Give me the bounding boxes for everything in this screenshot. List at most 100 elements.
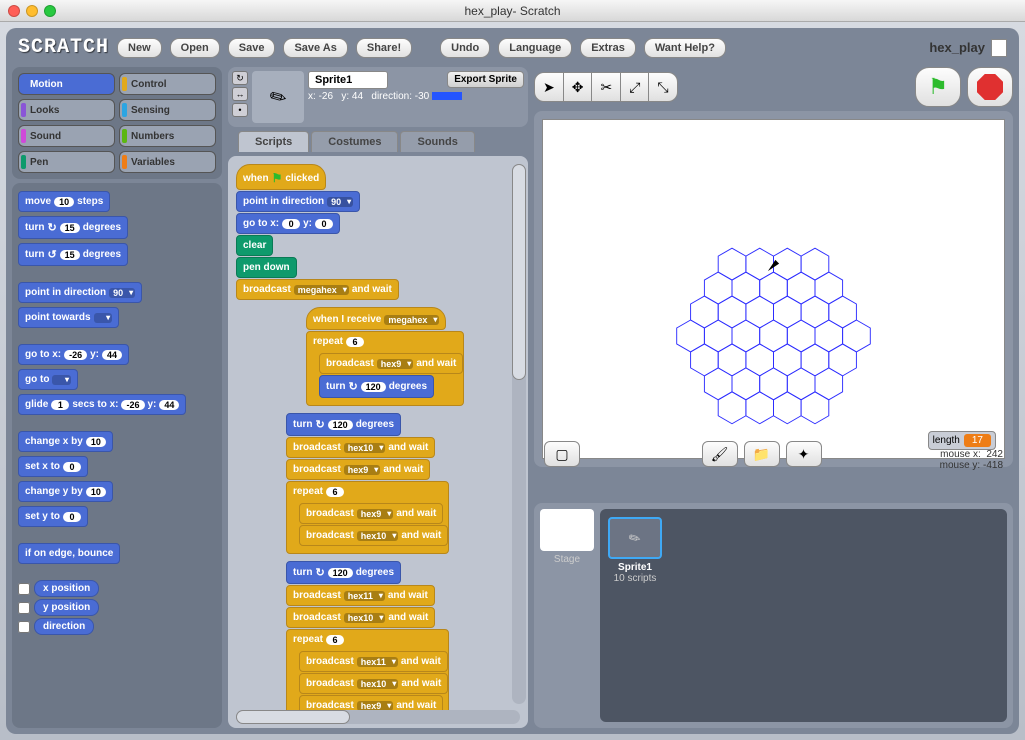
scratch-logo: SCRATCH <box>18 36 109 59</box>
goto-xy-block[interactable]: go to x:-26y:44 <box>18 344 129 365</box>
save-as-button[interactable]: Save As <box>283 38 347 58</box>
import-sprite-button[interactable]: 📁 <box>744 441 780 467</box>
category-motion[interactable]: Motion <box>18 73 115 95</box>
sprite-item-sprite1[interactable]: ✎ Sprite1 10 scripts <box>608 517 662 584</box>
tab-scripts[interactable]: Scripts <box>238 131 309 152</box>
broadcast-hex10-block[interactable]: broadcasthex10and wait <box>299 673 448 694</box>
turn-120-block[interactable]: turn↻120degrees <box>286 561 401 584</box>
stage-item[interactable]: Stage <box>540 509 594 722</box>
broadcast-hex10-block[interactable]: broadcasthex10and wait <box>286 437 435 458</box>
change-x-block[interactable]: change x by10 <box>18 431 113 452</box>
change-y-block[interactable]: change y by10 <box>18 481 113 502</box>
repeat-block[interactable]: repeat6 broadcasthex9and wait turn↻120de… <box>306 331 464 406</box>
green-flag-button[interactable]: ⚑ <box>915 67 961 107</box>
presentation-mode-button[interactable]: ▢ <box>544 441 580 467</box>
turn-120-block[interactable]: turn↻120degrees <box>319 375 434 398</box>
save-button[interactable]: Save <box>228 38 276 58</box>
stop-button[interactable] <box>967 67 1013 107</box>
turn-left-block[interactable]: turn↺15degrees <box>18 243 128 266</box>
direction-reporter[interactable]: direction <box>34 618 94 635</box>
pen-down-block[interactable]: pen down <box>236 257 297 278</box>
set-y-block[interactable]: set y to0 <box>18 506 88 527</box>
stage-header: ➤ ✥ ✂ ⤢ ⤡ ⚑ <box>534 67 1013 107</box>
stop-icon <box>977 74 1003 100</box>
category-pen[interactable]: Pen <box>18 151 115 173</box>
clear-block[interactable]: clear <box>236 235 273 256</box>
paint-new-sprite-button[interactable]: 🖌 <box>702 441 738 467</box>
category-control[interactable]: Control <box>119 73 216 95</box>
project-name-area: hex_play <box>929 39 1007 57</box>
category-sound[interactable]: Sound <box>18 125 115 147</box>
sprite-name-input[interactable]: Sprite1 <box>308 71 388 89</box>
script-stack-3[interactable]: turn↻120degrees broadcasthex10and wait b… <box>286 413 449 555</box>
sprite1-name: Sprite1 <box>608 562 662 573</box>
undo-button[interactable]: Undo <box>440 38 490 58</box>
script-stack-1[interactable]: when⚑clicked point in direction90 go to … <box>236 164 399 301</box>
move-block[interactable]: move10steps <box>18 191 110 212</box>
rotate-style-lr-icon[interactable]: ↔ <box>232 87 248 101</box>
tab-costumes[interactable]: Costumes <box>311 131 398 152</box>
rotate-style-full-icon[interactable]: ↻ <box>232 71 248 85</box>
surprise-sprite-button[interactable]: ✦ <box>786 441 822 467</box>
turn-right-block[interactable]: turn↻15degrees <box>18 216 128 239</box>
new-button[interactable]: New <box>117 38 162 58</box>
category-numbers[interactable]: Numbers <box>119 125 216 147</box>
direction-checkbox[interactable] <box>18 621 30 633</box>
point-towards-block[interactable]: point towards <box>18 307 119 328</box>
when-flag-clicked-block[interactable]: when⚑clicked <box>236 164 326 190</box>
language-button[interactable]: Language <box>498 38 572 58</box>
scripts-pane[interactable]: when⚑clicked point in direction90 go to … <box>228 156 528 728</box>
broadcast-hex9-block[interactable]: broadcasthex9and wait <box>286 459 430 480</box>
rotate-style-none-icon[interactable]: • <box>232 103 248 117</box>
ypos-checkbox[interactable] <box>18 602 30 614</box>
monitor-value: 17 <box>964 434 991 447</box>
script-stack-2[interactable]: when I receivemegahex repeat6 broadcasth… <box>306 307 464 407</box>
when-receive-megahex-block[interactable]: when I receivemegahex <box>306 307 446 330</box>
scissors-tool[interactable]: ✂ <box>591 72 620 102</box>
length-monitor[interactable]: length 17 <box>928 431 996 450</box>
broadcast-hex10-block[interactable]: broadcasthex10and wait <box>286 607 435 628</box>
category-sensing[interactable]: Sensing <box>119 99 216 121</box>
broadcast-hex9-block[interactable]: broadcasthex9and wait <box>299 503 443 524</box>
category-sensing-label: Sensing <box>131 105 170 116</box>
open-button[interactable]: Open <box>170 38 220 58</box>
grow-tool[interactable]: ⤢ <box>620 72 648 102</box>
script-stack-4[interactable]: turn↻120degrees broadcasthex11and wait b… <box>286 561 449 725</box>
direction-indicator[interactable] <box>432 92 462 100</box>
os-titlebar: hex_play- Scratch <box>0 0 1025 22</box>
extras-button[interactable]: Extras <box>580 38 636 58</box>
goto-xy-block[interactable]: go to x:0y:0 <box>236 213 340 234</box>
repeat-block[interactable]: repeat6 broadcasthex9and wait broadcasth… <box>286 481 449 554</box>
export-sprite-button[interactable]: Export Sprite <box>447 71 524 88</box>
stage-thumbnail <box>540 509 594 551</box>
sprite-list: ✎ Sprite1 10 scripts <box>600 509 1007 722</box>
broadcast-hex9-block[interactable]: broadcasthex9and wait <box>319 353 463 374</box>
share-button[interactable]: Share! <box>356 38 412 58</box>
shrink-tool[interactable]: ⤡ <box>648 72 677 102</box>
ypos-reporter[interactable]: y position <box>34 599 99 616</box>
turn-120-block[interactable]: turn↻120degrees <box>286 413 401 436</box>
scripts-vertical-scrollbar[interactable] <box>512 164 526 704</box>
xpos-checkbox[interactable] <box>18 583 30 595</box>
point-direction-block[interactable]: point in direction90 <box>236 191 360 212</box>
bounce-block[interactable]: if on edge, bounce <box>18 543 120 564</box>
broadcast-hex11-block[interactable]: broadcasthex11and wait <box>286 585 435 606</box>
stamp-tool[interactable]: ✥ <box>563 72 592 102</box>
set-x-block[interactable]: set x to0 <box>18 456 88 477</box>
broadcast-megahex-block[interactable]: broadcastmegahexand wait <box>236 279 399 300</box>
right-column: ➤ ✥ ✂ ⤢ ⤡ ⚑ length <box>534 67 1013 728</box>
stage[interactable]: length 17 <box>542 119 1005 459</box>
scripts-horizontal-scrollbar[interactable] <box>236 710 520 724</box>
glide-block[interactable]: glide1secs to x:-26y:44 <box>18 394 186 415</box>
broadcast-hex10-block[interactable]: broadcasthex10and wait <box>299 525 448 546</box>
project-notes-icon[interactable] <box>991 39 1007 57</box>
category-looks[interactable]: Looks <box>18 99 115 121</box>
xpos-reporter[interactable]: x position <box>34 580 99 597</box>
pointer-tool[interactable]: ➤ <box>534 72 563 102</box>
broadcast-hex11-block[interactable]: broadcasthex11and wait <box>299 651 448 672</box>
category-variables[interactable]: Variables <box>119 151 216 173</box>
tab-sounds[interactable]: Sounds <box>400 131 474 152</box>
point-direction-block[interactable]: point in direction90 <box>18 282 142 303</box>
goto-block[interactable]: go to <box>18 369 78 390</box>
help-button[interactable]: Want Help? <box>644 38 726 58</box>
